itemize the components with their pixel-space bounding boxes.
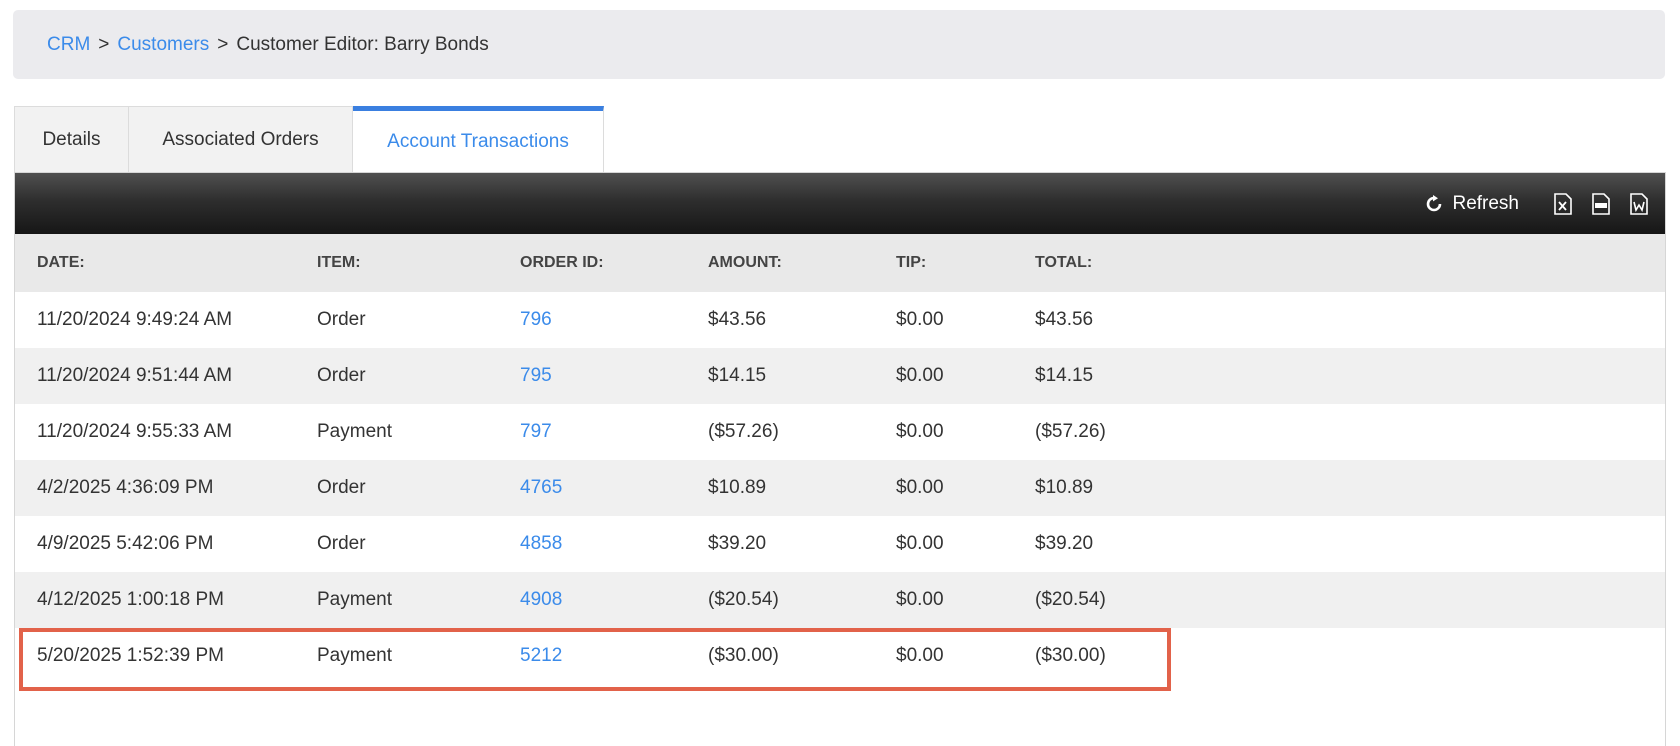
- cell-amount: $14.15: [707, 348, 895, 404]
- cell-amount: ($30.00): [707, 628, 895, 684]
- table-row[interactable]: 11/20/2024 9:51:44 AM Order 795 $14.15 $…: [15, 348, 1665, 404]
- order-id-link[interactable]: 795: [520, 365, 552, 386]
- order-id-link[interactable]: 4765: [520, 477, 562, 498]
- tab-bar: Details Associated Orders Account Transa…: [14, 106, 604, 173]
- cell-item: Order: [316, 292, 519, 348]
- column-header-order-id[interactable]: ORDER ID:: [519, 234, 707, 292]
- table-row[interactable]: 11/20/2024 9:55:33 AM Payment 797 ($57.2…: [15, 404, 1665, 460]
- tab-details[interactable]: Details: [14, 106, 129, 173]
- cell-date: 4/2/2025 4:36:09 PM: [15, 460, 316, 516]
- cell-date: 5/20/2025 1:52:39 PM: [15, 628, 316, 684]
- word-export-icon[interactable]: [1627, 192, 1651, 216]
- tab-associated-orders[interactable]: Associated Orders: [129, 106, 353, 173]
- cell-item: Order: [316, 460, 519, 516]
- breadcrumb: CRM > Customers > Customer Editor: Barry…: [13, 10, 1665, 79]
- cell-item: Payment: [316, 572, 519, 628]
- column-header-amount[interactable]: AMOUNT:: [707, 234, 895, 292]
- cell-date: 11/20/2024 9:51:44 AM: [15, 348, 316, 404]
- order-id-link[interactable]: 796: [520, 309, 552, 330]
- cell-total: $10.89: [1034, 460, 1665, 516]
- cell-item: Payment: [316, 404, 519, 460]
- csv-export-icon[interactable]: [1589, 192, 1613, 216]
- cell-total: ($20.54): [1034, 572, 1665, 628]
- order-id-link[interactable]: 4908: [520, 589, 562, 610]
- cell-amount: $43.56: [707, 292, 895, 348]
- cell-amount: $39.20: [707, 516, 895, 572]
- transactions-table: DATE: ITEM: ORDER ID: AMOUNT: TIP: TOTAL…: [15, 234, 1665, 684]
- cell-total: $39.20: [1034, 516, 1665, 572]
- cell-tip: $0.00: [895, 404, 1034, 460]
- cell-tip: $0.00: [895, 516, 1034, 572]
- excel-export-icon[interactable]: [1551, 192, 1575, 216]
- cell-amount: ($20.54): [707, 572, 895, 628]
- cell-tip: $0.00: [895, 460, 1034, 516]
- cell-tip: $0.00: [895, 348, 1034, 404]
- cell-amount: ($57.26): [707, 404, 895, 460]
- cell-total: $43.56: [1034, 292, 1665, 348]
- cell-total: ($57.26): [1034, 404, 1665, 460]
- table-row[interactable]: 4/9/2025 5:42:06 PM Order 4858 $39.20 $0…: [15, 516, 1665, 572]
- cell-item: Order: [316, 348, 519, 404]
- cell-item: Payment: [316, 628, 519, 684]
- table-row[interactable]: 11/20/2024 9:49:24 AM Order 796 $43.56 $…: [15, 292, 1665, 348]
- column-header-date[interactable]: DATE:: [15, 234, 316, 292]
- order-id-link[interactable]: 4858: [520, 533, 562, 554]
- column-header-item[interactable]: ITEM:: [316, 234, 519, 292]
- refresh-label: Refresh: [1452, 192, 1519, 214]
- cell-date: 11/20/2024 9:55:33 AM: [15, 404, 316, 460]
- cell-tip: $0.00: [895, 628, 1034, 684]
- transactions-panel: Refresh DATE: ITEM: ORDER ID: AMOUNT: TI…: [14, 172, 1666, 746]
- order-id-link[interactable]: 797: [520, 421, 552, 442]
- cell-tip: $0.00: [895, 572, 1034, 628]
- breadcrumb-separator: >: [98, 33, 110, 55]
- cell-date: 4/9/2025 5:42:06 PM: [15, 516, 316, 572]
- cell-total: ($30.00): [1034, 628, 1665, 684]
- breadcrumb-crm-link[interactable]: CRM: [47, 34, 90, 56]
- breadcrumb-customers-link[interactable]: Customers: [117, 34, 209, 56]
- cell-amount: $10.89: [707, 460, 895, 516]
- cell-tip: $0.00: [895, 292, 1034, 348]
- cell-date: 11/20/2024 9:49:24 AM: [15, 292, 316, 348]
- breadcrumb-current: Customer Editor: Barry Bonds: [236, 33, 489, 55]
- order-id-link[interactable]: 5212: [520, 645, 562, 666]
- table-row[interactable]: 5/20/2025 1:52:39 PM Payment 5212 ($30.0…: [15, 628, 1665, 684]
- cell-total: $14.15: [1034, 348, 1665, 404]
- column-header-total[interactable]: TOTAL:: [1034, 234, 1665, 292]
- cell-date: 4/12/2025 1:00:18 PM: [15, 572, 316, 628]
- breadcrumb-separator: >: [217, 33, 229, 55]
- cell-item: Order: [316, 516, 519, 572]
- table-row[interactable]: 4/2/2025 4:36:09 PM Order 4765 $10.89 $0…: [15, 460, 1665, 516]
- table-row[interactable]: 4/12/2025 1:00:18 PM Payment 4908 ($20.5…: [15, 572, 1665, 628]
- grid-toolbar: Refresh: [15, 173, 1665, 234]
- tab-account-transactions[interactable]: Account Transactions: [353, 106, 604, 173]
- table-header-row: DATE: ITEM: ORDER ID: AMOUNT: TIP: TOTAL…: [15, 234, 1665, 292]
- refresh-icon: [1427, 194, 1442, 211]
- refresh-button[interactable]: Refresh: [1425, 193, 1519, 215]
- column-header-tip[interactable]: TIP:: [895, 234, 1034, 292]
